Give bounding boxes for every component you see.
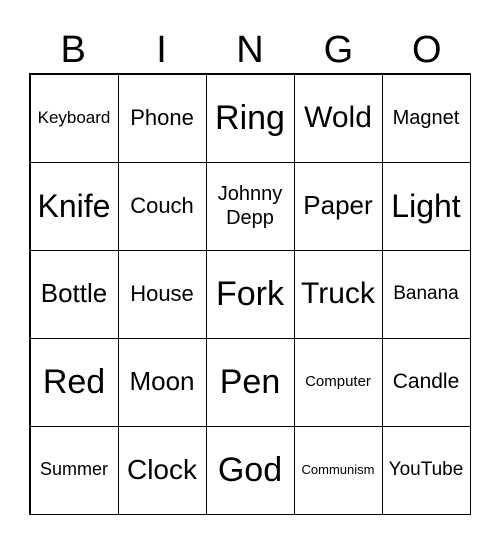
header-letter-b: B — [60, 29, 86, 71]
bingo-cell[interactable]: House — [117, 249, 207, 339]
bingo-cell[interactable]: Moon — [117, 337, 207, 427]
bingo-cell-label: Truck — [301, 277, 375, 310]
bingo-cell[interactable]: Phone — [117, 73, 207, 163]
bingo-cell[interactable]: Pen — [205, 337, 295, 427]
bingo-cell[interactable]: Couch — [117, 161, 207, 251]
bingo-cell-label: Couch — [130, 192, 194, 218]
bingo-cell-label: Keyboard — [37, 107, 111, 127]
bingo-cell-label: Wold — [304, 101, 372, 134]
bingo-cell-label: Banana — [393, 282, 459, 304]
bingo-cell[interactable]: Computer — [293, 337, 383, 427]
bingo-cell[interactable]: Summer — [29, 425, 119, 515]
bingo-cell[interactable]: Knife — [29, 161, 119, 251]
header-letter-o: O — [411, 29, 442, 71]
bingo-cell[interactable]: Keyboard — [29, 73, 119, 163]
bingo-cell-label: Bottle — [40, 278, 108, 309]
bingo-cell-label: House — [130, 280, 194, 306]
bingo-cell[interactable]: Fork — [205, 249, 295, 339]
bingo-cell[interactable]: God — [205, 425, 295, 515]
bingo-cell-label: Summer — [39, 459, 108, 480]
bingo-cell[interactable]: Magnet — [381, 73, 471, 163]
bingo-header: B I N G O — [29, 28, 471, 72]
bingo-cell[interactable]: Red — [29, 337, 119, 427]
bingo-cell-label: Knife — [37, 187, 111, 224]
bingo-cell-label: Communism — [301, 462, 375, 478]
bingo-cell[interactable]: Truck — [293, 249, 383, 339]
bingo-cell-label: Computer — [305, 373, 371, 390]
bingo-cell-label: Fork — [216, 274, 284, 313]
bingo-cell-label: YouTube — [388, 458, 464, 480]
bingo-cell-label: Red — [42, 362, 106, 401]
header-letter-i: I — [156, 29, 167, 71]
bingo-grid: Keyboard Phone Ring Wold Magnet Knife Couch Joh… — [29, 73, 471, 515]
bingo-cell[interactable]: Clock — [117, 425, 207, 515]
bingo-cell[interactable]: Wold — [293, 73, 383, 163]
bingo-cell-label: Light — [391, 187, 461, 224]
bingo-cell[interactable]: Light — [381, 161, 471, 251]
bingo-cell-label: Paper — [303, 190, 373, 221]
header-letter-n: N — [236, 29, 264, 71]
bingo-cell-label: Clock — [126, 454, 197, 486]
bingo-cell-label: Phone — [130, 104, 194, 130]
bingo-cell-label: Ring — [215, 98, 285, 137]
bingo-cell-label: Moon — [129, 366, 195, 397]
bingo-cell-label: Candle — [392, 370, 460, 394]
bingo-cell[interactable]: YouTube — [381, 425, 471, 515]
bingo-cell[interactable]: Paper — [293, 161, 383, 251]
bingo-cell[interactable]: Candle — [381, 337, 471, 427]
bingo-cell-label: Pen — [219, 362, 281, 401]
bingo-cell-label: God — [217, 450, 283, 489]
header-letter-g: G — [323, 29, 354, 71]
bingo-cell-label: Magnet — [392, 107, 460, 129]
bingo-cell-label: Johnny Depp — [217, 183, 283, 229]
bingo-cell[interactable]: Banana — [381, 249, 471, 339]
bingo-cell[interactable]: Communism — [293, 425, 383, 515]
bingo-cell[interactable]: Johnny Depp — [205, 161, 295, 251]
bingo-cell[interactable]: Bottle — [29, 249, 119, 339]
bingo-cell[interactable]: Ring — [205, 73, 295, 163]
